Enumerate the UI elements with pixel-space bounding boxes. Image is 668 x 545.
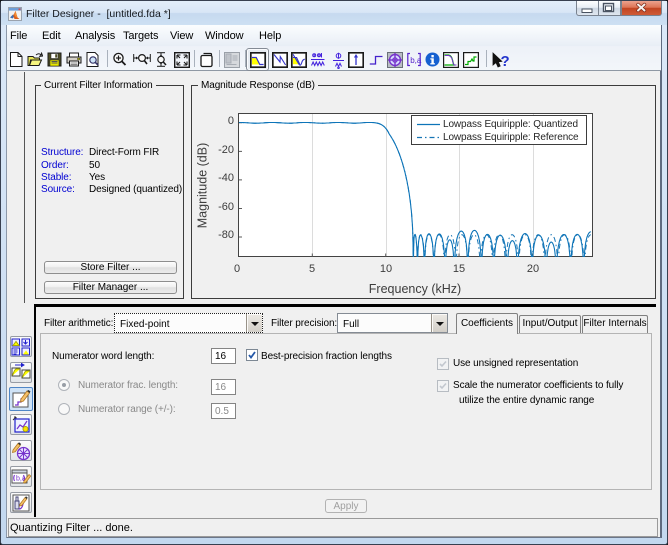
svg-text:b,a: b,a	[410, 56, 422, 65]
svg-text:?: ?	[501, 53, 510, 70]
